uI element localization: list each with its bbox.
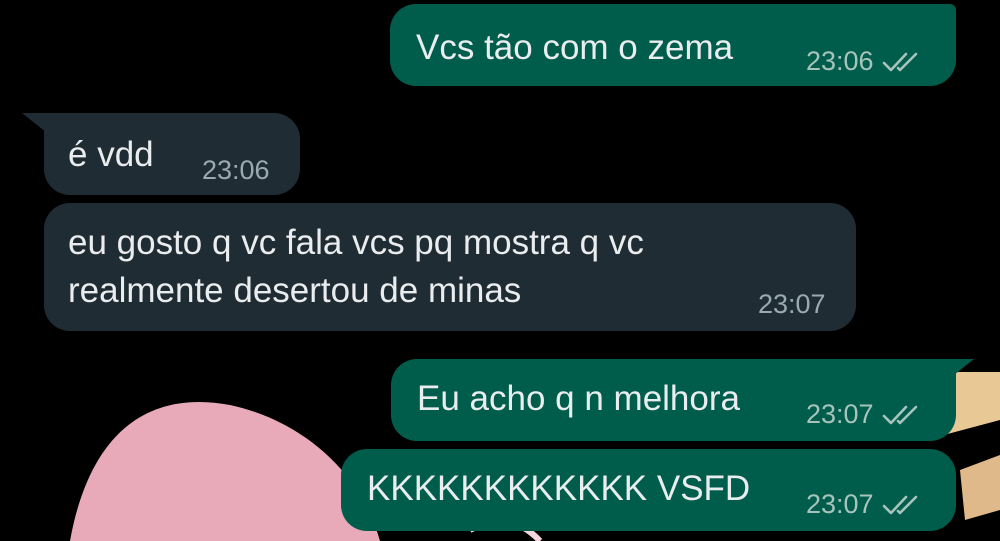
outgoing-message-bubble[interactable]: Eu acho q n melhora 23:07 xyxy=(391,359,956,441)
message-text-line-1: eu gosto q vc fala vcs pq mostra q vc xyxy=(68,223,644,262)
incoming-message-bubble[interactable]: é vdd 23:06 xyxy=(44,113,300,195)
message-text: Eu acho q n melhora xyxy=(417,379,740,418)
message-text: é vdd xyxy=(68,135,154,174)
message-time: 23:06 xyxy=(202,155,270,185)
outgoing-message-bubble[interactable]: Vcs tão com o zema 23:06 xyxy=(390,4,956,86)
message-text-line-2: realmente desertou de minas xyxy=(68,271,522,310)
message-meta: 23:07 xyxy=(806,399,922,430)
message-meta: 23:06 xyxy=(806,46,922,77)
message-time: 23:07 xyxy=(758,289,826,319)
message-text: Vcs tão com o zema xyxy=(416,28,734,67)
outgoing-message-bubble[interactable]: KKKKKKKKKKKK VSFD 23:07 xyxy=(341,449,956,531)
message-time: 23:07 xyxy=(806,489,874,519)
incoming-message-bubble[interactable]: eu gosto q vc fala vcs pq mostra q vc re… xyxy=(44,203,856,331)
double-check-icon xyxy=(882,405,917,424)
message-text: KKKKKKKKKKKK VSFD xyxy=(367,469,751,508)
message-time: 23:06 xyxy=(806,46,874,76)
message-time: 23:07 xyxy=(806,399,874,429)
double-check-icon xyxy=(882,495,917,514)
message-meta: 23:07 xyxy=(806,489,922,520)
double-check-icon xyxy=(882,52,917,71)
